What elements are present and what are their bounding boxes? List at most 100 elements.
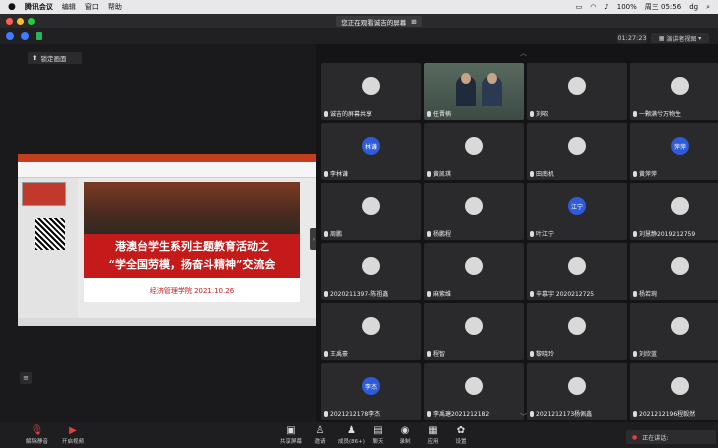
chat-icon: ▤ — [373, 424, 383, 436]
lock-button-label: 锁定画面 — [40, 55, 67, 63]
clock[interactable]: 周三 05:56 — [645, 2, 681, 12]
participant-tile[interactable]: 江宁 叶江宁 — [527, 183, 627, 240]
avatar — [568, 377, 586, 395]
shield-icon[interactable] — [21, 32, 29, 40]
participant-tile[interactable]: 2020211397-陈祖鑫 — [321, 243, 421, 300]
participant-tile[interactable]: 李禹瑭2021212182 — [424, 363, 524, 420]
participant-tile[interactable]: 麻紫维 — [424, 243, 524, 300]
avatar — [362, 317, 380, 335]
participant-name: 李林谦 — [330, 171, 349, 178]
view-icon: ▦ — [658, 34, 667, 42]
participant-name: 诚吉的屏幕共享 — [330, 111, 373, 118]
participant-name-row: 麻紫维 — [427, 289, 451, 298]
signal-icon[interactable] — [36, 32, 42, 40]
menu-window[interactable]: 窗口 — [85, 2, 99, 12]
shared-powerpoint: 港澳台学生系列主题教育活动之 “学全国劳模，扬奋斗精神”交流会 经济管理学院 2… — [18, 154, 316, 326]
participant-name-row: 2021212196程毅然 — [633, 409, 695, 418]
participant-tile[interactable]: 萍萍 黄萍萍 — [630, 123, 718, 180]
avatar — [465, 257, 483, 275]
participant-tile[interactable]: 周鹏 — [321, 183, 421, 240]
participant-tile[interactable]: 林谦李林谦 — [321, 123, 421, 180]
settings-button[interactable]: ✿ 设置 — [455, 424, 467, 446]
mic-icon — [633, 230, 637, 237]
speaker-view-button[interactable]: ▦ 演讲者视图 ▾ — [651, 33, 709, 43]
participant-grid: 诚吉的屏幕共享 任晋楠 刘昭 一颗满兮万物生 林谦 李林谦 黄凯琪 田南机 萍萍 黄萍萍 周鹏 杨鹏程… — [316, 44, 718, 422]
zoom-icon[interactable] — [28, 17, 35, 25]
avatar: 林谦 — [362, 137, 380, 155]
participant-name: 2020211397-陈祖鑫 — [330, 291, 389, 298]
chat-label: 聊天 — [372, 439, 384, 445]
participant-tile[interactable]: 刘昭 — [527, 63, 627, 120]
participant-tile[interactable]: 李杰 2021212178李杰 — [321, 363, 421, 420]
mic-icon — [324, 290, 328, 297]
wifi-icon[interactable]: ◠ — [590, 3, 596, 11]
user-name[interactable]: dg — [689, 3, 698, 11]
participant-tile[interactable]: 诚吉的屏幕共享 — [321, 63, 421, 120]
current-slide: 港澳台学生系列主题教育活动之 “学全国劳模，扬奋斗精神”交流会 经济管理学院 2… — [84, 182, 300, 302]
display-icon[interactable]: ▭ — [576, 3, 583, 11]
participant-tile[interactable]: 杨鹏程 — [424, 183, 524, 240]
search-icon[interactable]: ⌕ — [706, 3, 710, 12]
share-screen-button[interactable]: ▣ 共享屏幕 — [280, 424, 303, 446]
close-icon[interactable] — [6, 17, 13, 25]
participant-tile[interactable]: 程智 — [424, 303, 524, 360]
record-button[interactable]: ◉ 录制 — [399, 424, 411, 446]
share-label: 共享屏幕 — [280, 439, 303, 445]
menu-edit[interactable]: 编辑 — [62, 2, 76, 12]
grid-icon[interactable]: ⊞ — [411, 18, 416, 26]
apple-icon[interactable]: ● — [8, 2, 16, 12]
participant-tile[interactable]: 一颗满兮万物生 — [630, 63, 718, 120]
volume-icon[interactable]: ♪ — [604, 3, 608, 11]
video-button[interactable]: ▶ 开启视频 — [62, 424, 85, 446]
chevron-down-icon: ▾ — [696, 34, 702, 42]
scroll-up-icon[interactable]: ︿ — [520, 48, 532, 57]
invite-button[interactable]: ♙ 邀请 — [314, 424, 326, 446]
participant-name: 一颗满兮万物生 — [639, 111, 682, 118]
minimize-icon[interactable] — [17, 17, 24, 25]
mute-label: 解除静音 — [26, 439, 49, 445]
scroll-down-icon[interactable]: ﹀ — [520, 412, 532, 421]
participant-tile[interactable]: 王禹豪 — [321, 303, 421, 360]
participant-tile[interactable]: 黄凯琪 — [424, 123, 524, 180]
info-icon[interactable] — [6, 32, 14, 40]
participant-name-row: 刘欣蓝 — [633, 349, 657, 358]
participant-name: 王禹豪 — [330, 351, 349, 358]
participant-tile[interactable]: 2021212173杨佩鑫 — [527, 363, 627, 420]
participant-name: 辛慕宇 2020212725 — [536, 291, 595, 298]
avatar — [671, 317, 689, 335]
avatar: 李杰 — [362, 377, 380, 395]
lock-view-button[interactable]: ⬆ 锁定画面 — [28, 52, 82, 64]
add-user-icon: ♙ — [315, 424, 325, 436]
participant-tile[interactable]: 刘慧静2019212759 — [630, 183, 718, 240]
avatar: 江宁 — [568, 197, 586, 215]
video-label: 开启视频 — [62, 439, 85, 445]
battery-percent[interactable]: 100% — [617, 3, 637, 11]
avatar — [465, 377, 483, 395]
apps-button[interactable]: ▦ 应用 — [427, 424, 439, 446]
participant-tile[interactable]: 任晋楠 — [424, 63, 524, 120]
menu-help[interactable]: 帮助 — [108, 2, 122, 12]
menu-app[interactable]: 腾讯会议 — [25, 2, 53, 12]
participant-name: 杨若琬 — [639, 291, 658, 298]
mute-button[interactable]: 🎙 解除静音 — [26, 424, 49, 446]
avatar — [568, 137, 586, 155]
chat-button[interactable]: ▤ 聊天 — [372, 424, 384, 446]
members-button[interactable]: ♟ 成员(86+) — [338, 424, 365, 446]
avatar — [568, 317, 586, 335]
participant-tile[interactable]: 杨若琬 — [630, 243, 718, 300]
participant-tile[interactable]: 田南机 — [527, 123, 627, 180]
menu-icon[interactable]: ≡ — [20, 372, 32, 384]
participant-name: 刘欣蓝 — [639, 351, 658, 358]
participant-tile[interactable]: 辛慕宇 2020212725 — [527, 243, 627, 300]
participant-video-head — [461, 73, 471, 84]
participant-tile[interactable]: 刘欣蓝 — [630, 303, 718, 360]
mic-icon — [633, 410, 637, 417]
participant-name-row: 2021212173杨佩鑫 — [530, 409, 592, 418]
participant-tile[interactable]: 2021212196程毅然 — [630, 363, 718, 420]
avatar — [465, 197, 483, 215]
participant-tile[interactable]: 黎晓玲 — [527, 303, 627, 360]
participant-name: 2021212178李杰 — [330, 411, 381, 418]
participant-name: 程智 — [433, 351, 446, 358]
mic-icon — [427, 230, 431, 237]
speaking-label: 正在讲话: — [642, 434, 669, 442]
